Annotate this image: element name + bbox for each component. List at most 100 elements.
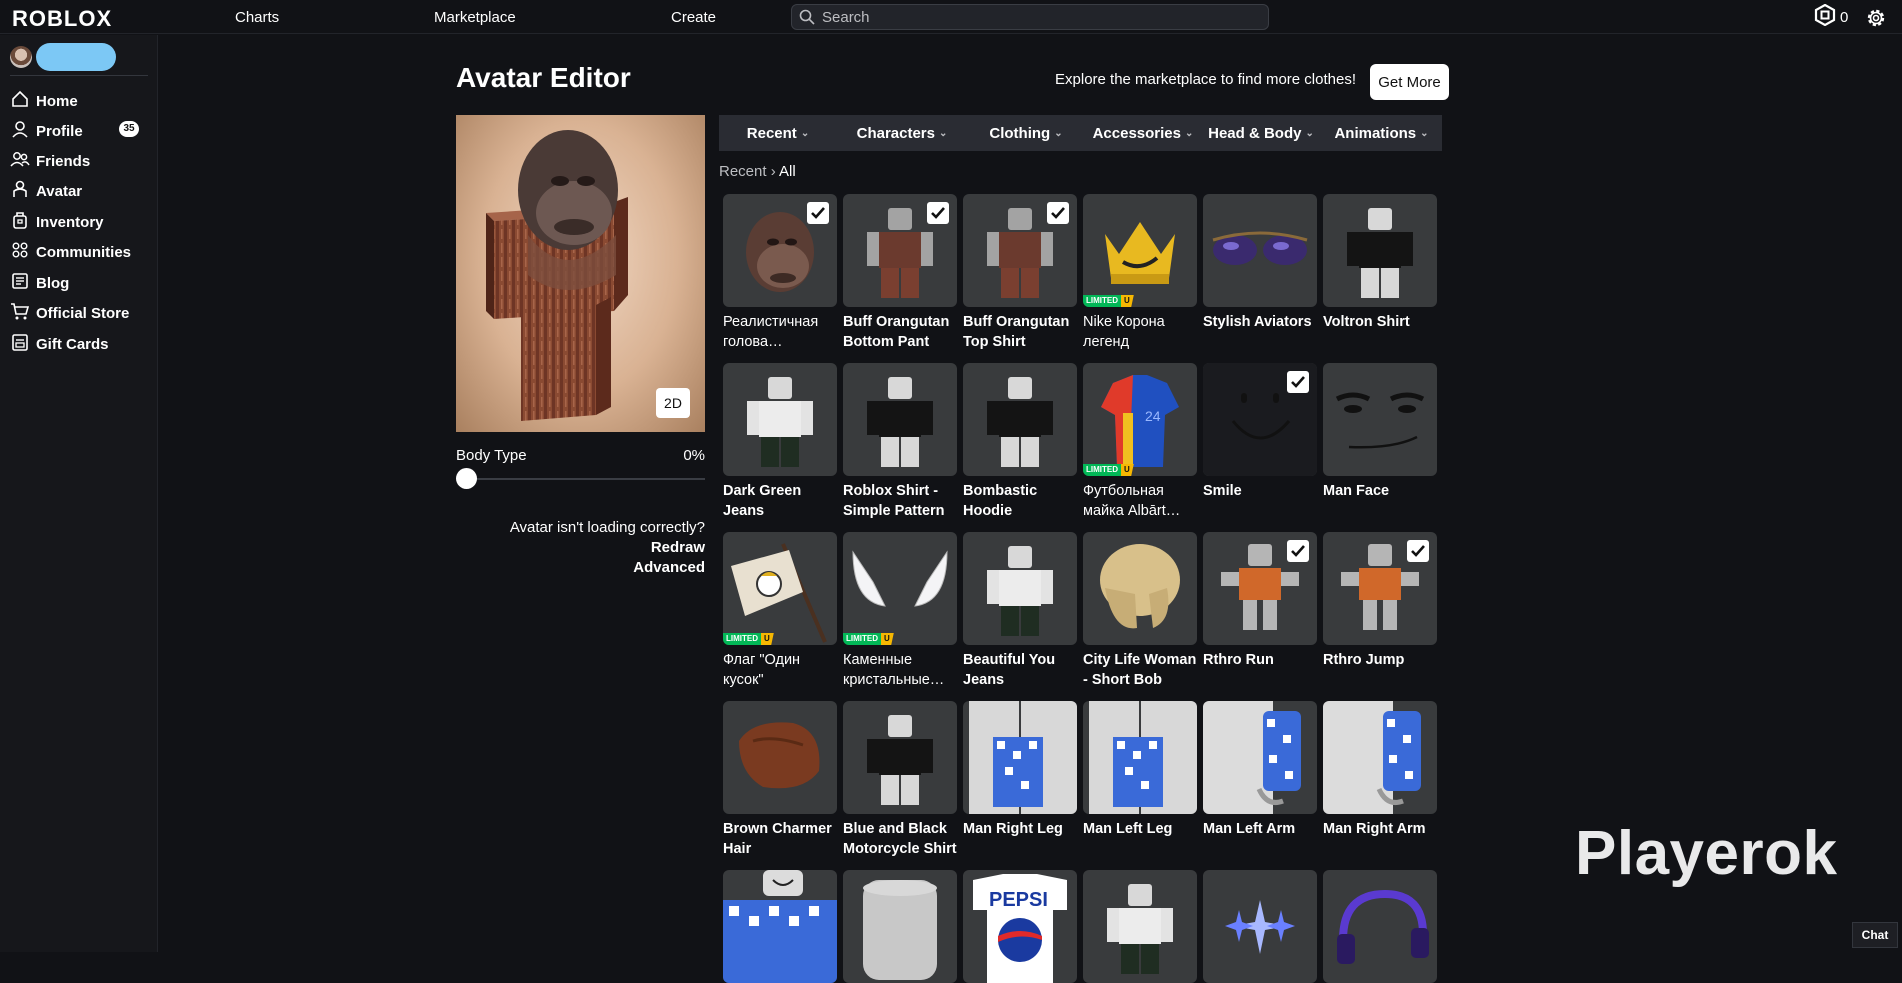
gear-icon[interactable] xyxy=(1864,6,1888,35)
item-thumbnail[interactable] xyxy=(963,363,1077,476)
item-name[interactable]: Nike Корона легенд xyxy=(1083,312,1197,352)
redraw-link[interactable]: Redraw xyxy=(651,539,705,556)
item-thumbnail[interactable] xyxy=(843,363,957,476)
nav-create[interactable]: Create xyxy=(671,9,716,26)
avatar-preview[interactable]: 2D xyxy=(456,115,705,432)
item-name[interactable]: Beautiful You Jeans xyxy=(963,650,1077,690)
tab-recent[interactable]: Recent ⌄ xyxy=(719,115,837,151)
item-name[interactable]: Реалистичная голова… xyxy=(723,312,837,352)
item-thumbnail[interactable] xyxy=(843,870,957,983)
sidebar-item-inventory[interactable]: Inventory xyxy=(10,211,104,233)
sidebar-item-home[interactable]: Home xyxy=(10,90,78,112)
item-thumbnail[interactable] xyxy=(1323,363,1437,476)
check-icon[interactable] xyxy=(807,202,829,224)
item-name[interactable]: Bombastic Hoodie xyxy=(963,481,1077,521)
advanced-link[interactable]: Advanced xyxy=(633,559,705,576)
item-name[interactable]: Brown Charmer Hair xyxy=(723,819,837,859)
item-name[interactable]: Rthro Jump xyxy=(1323,650,1437,670)
nav-charts[interactable]: Charts xyxy=(235,9,279,26)
item-thumbnail[interactable] xyxy=(1323,194,1437,307)
item-name[interactable]: Roblox Shirt - Simple Pattern xyxy=(843,481,957,521)
tab-clothing[interactable]: Clothing ⌄ xyxy=(967,115,1085,151)
item-name[interactable]: Buff Orangutan Bottom Pant xyxy=(843,312,957,352)
item-thumbnail[interactable] xyxy=(1083,701,1197,814)
tab-animations[interactable]: Animations ⌄ xyxy=(1321,115,1442,151)
item-name[interactable]: Blue and Black Motorcycle Shirt xyxy=(843,819,957,859)
sidebar-item-label: Gift Cards xyxy=(36,335,109,353)
tab-accessories[interactable]: Accessories ⌄ xyxy=(1085,115,1201,151)
check-icon[interactable] xyxy=(1047,202,1069,224)
item-name[interactable]: City Life Woman - Short Bob xyxy=(1083,650,1197,690)
sidebar-item-friends[interactable]: Friends xyxy=(10,150,90,172)
body-type-slider-handle[interactable] xyxy=(456,468,477,489)
item-name[interactable]: Футбольная майка Albārt… xyxy=(1083,481,1197,521)
item-name[interactable]: Rthro Run xyxy=(1203,650,1317,670)
profile-icon xyxy=(10,119,30,143)
item-thumbnail[interactable] xyxy=(1323,532,1437,645)
item-thumbnail[interactable] xyxy=(843,194,957,307)
limited-label: LIMITED xyxy=(1083,464,1121,476)
sidebar-item-blog[interactable]: Blog xyxy=(10,272,69,294)
check-icon[interactable] xyxy=(1287,540,1309,562)
item-name[interactable]: Man Right Leg xyxy=(963,819,1077,839)
item-thumbnail[interactable]: 24 LIMITED U xyxy=(1083,363,1197,476)
chevron-down-icon: ⌄ xyxy=(800,127,810,139)
sidebar-item-communities[interactable]: Communities xyxy=(10,241,131,263)
sidebar-item-gift-cards[interactable]: Gift Cards xyxy=(10,333,109,355)
item-name[interactable]: Voltron Shirt xyxy=(1323,312,1437,332)
check-icon[interactable] xyxy=(1407,540,1429,562)
item-thumbnail[interactable] xyxy=(723,701,837,814)
item-thumbnail[interactable] xyxy=(723,870,837,983)
item-thumbnail[interactable] xyxy=(723,363,837,476)
tab-head-body[interactable]: Head & Body ⌄ xyxy=(1201,115,1321,151)
check-icon[interactable] xyxy=(927,202,949,224)
top-bar: ROBLOX Charts Marketplace Create 0 xyxy=(0,0,1902,34)
item-thumbnail[interactable] xyxy=(1323,870,1437,983)
item-thumbnail[interactable]: PEPSI xyxy=(963,870,1077,983)
item-thumbnail[interactable] xyxy=(963,194,1077,307)
item-name[interactable]: Man Right Arm xyxy=(1323,819,1437,839)
chevron-down-icon: ⌄ xyxy=(939,127,948,139)
item-name[interactable]: Dark Green Jeans xyxy=(723,481,837,521)
body-type-slider-track[interactable] xyxy=(466,478,705,480)
item-thumbnail[interactable]: LIMITED U xyxy=(1083,194,1197,307)
limited-label: LIMITED xyxy=(723,633,761,645)
item-thumbnail[interactable] xyxy=(1083,532,1197,645)
item-name[interactable]: Man Left Leg xyxy=(1083,819,1197,839)
toggle-2d-button[interactable]: 2D xyxy=(656,388,690,418)
roblox-logo[interactable]: ROBLOX xyxy=(12,6,112,32)
item-name[interactable]: Stylish Aviators xyxy=(1203,312,1317,332)
item-name[interactable]: Каменные кристальные… xyxy=(843,650,957,690)
sidebar-item-official-store[interactable]: Official Store xyxy=(10,302,129,324)
item-thumbnail[interactable]: LIMITED U xyxy=(843,532,957,645)
chat-button[interactable]: Chat xyxy=(1852,922,1898,948)
item-name[interactable]: Man Face xyxy=(1323,481,1437,501)
check-icon[interactable] xyxy=(1287,371,1309,393)
item-thumbnail[interactable] xyxy=(1203,532,1317,645)
item-name[interactable]: Smile xyxy=(1203,481,1317,501)
user-profile[interactable] xyxy=(10,43,116,71)
item-name[interactable]: Buff Orangutan Top Shirt xyxy=(963,312,1077,352)
item-thumbnail[interactable] xyxy=(1323,701,1437,814)
search-input[interactable] xyxy=(822,8,1252,26)
item-thumbnail[interactable] xyxy=(843,701,957,814)
item-thumbnail[interactable]: LIMITED U xyxy=(723,532,837,645)
sidebar-item-profile[interactable]: Profile xyxy=(10,120,83,142)
item-thumbnail[interactable] xyxy=(1083,870,1197,983)
item-thumbnail[interactable] xyxy=(723,194,837,307)
sidebar-item-avatar[interactable]: Avatar xyxy=(10,180,82,202)
robux-balance[interactable]: 0 xyxy=(1814,3,1848,28)
nav-marketplace[interactable]: Marketplace xyxy=(434,9,516,26)
get-more-button[interactable]: Get More xyxy=(1370,64,1449,100)
item-name[interactable]: Man Left Arm xyxy=(1203,819,1317,839)
item-name[interactable]: Флаг "Один кусок" xyxy=(723,650,837,690)
item-thumbnail[interactable] xyxy=(1203,363,1317,476)
breadcrumb-parent[interactable]: Recent xyxy=(719,163,767,180)
item-thumbnail[interactable] xyxy=(1203,194,1317,307)
item-thumbnail[interactable] xyxy=(1203,701,1317,814)
item-thumbnail[interactable] xyxy=(1203,870,1317,983)
limited-u-label: U xyxy=(1121,464,1134,476)
item-thumbnail[interactable] xyxy=(963,701,1077,814)
tab-characters[interactable]: Characters ⌄ xyxy=(837,115,967,151)
item-thumbnail[interactable] xyxy=(963,532,1077,645)
